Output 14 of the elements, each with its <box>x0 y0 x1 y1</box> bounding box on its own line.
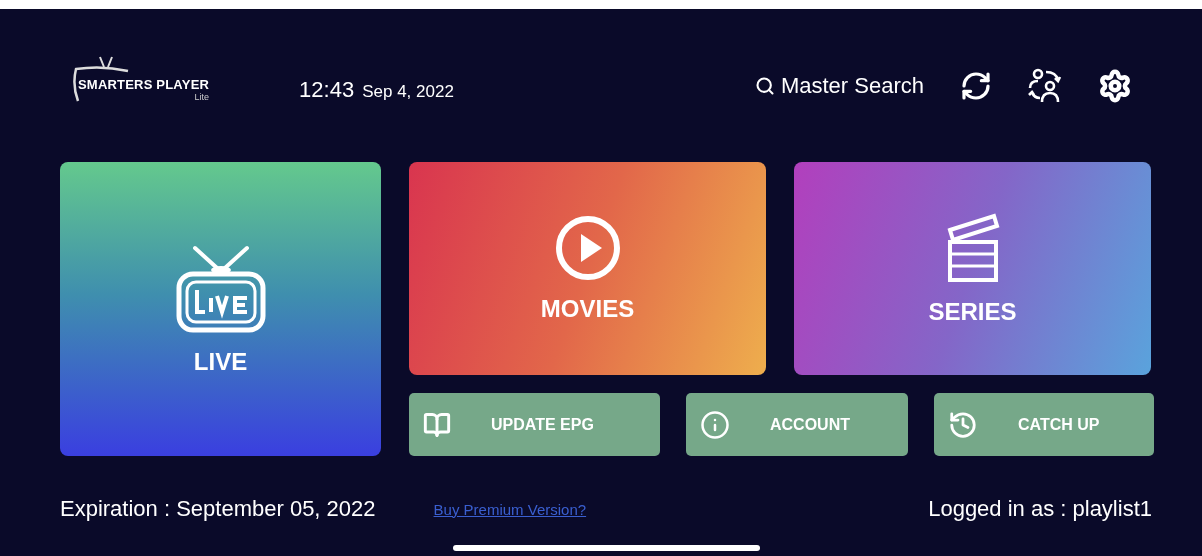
series-tile[interactable]: SERIES <box>794 162 1151 375</box>
clock-date: Sep 4, 2022 <box>362 81 454 102</box>
catchup-button[interactable]: CATCH UP <box>934 393 1154 456</box>
premium-link[interactable]: Buy Premium Version? <box>433 500 587 518</box>
logo-title: SMARTERS PLAYER <box>78 77 210 92</box>
expiration-text: Expiration : September 05, 2022 <box>60 496 376 522</box>
clock-time: 12:43 <box>299 76 355 103</box>
logo-subtitle: Lite <box>194 92 210 102</box>
master-search-button[interactable]: Master Search <box>754 72 924 99</box>
movies-tile[interactable]: MOVIES <box>409 162 766 375</box>
account-button[interactable]: ACCOUNT <box>686 393 908 456</box>
logged-in-text: Logged in as : playlist1 <box>928 496 1152 522</box>
epg-button[interactable]: UPDATE EPG <box>409 393 660 456</box>
live-tile[interactable]: LIVE <box>60 162 381 456</box>
